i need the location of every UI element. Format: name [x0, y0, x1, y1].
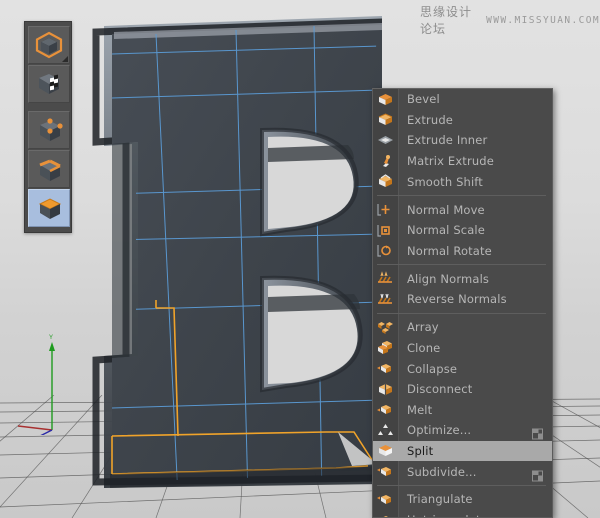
menu-separator	[377, 485, 546, 486]
menu-item-disconnect[interactable]: Disconnect	[373, 379, 552, 400]
menu-separator	[377, 313, 546, 314]
watermark-cn-text: 思缘设计论坛	[420, 3, 477, 37]
menu-item-optimize[interactable]: Optimize...	[373, 420, 552, 441]
menu-item-label: Split	[398, 444, 433, 458]
smooth-shift-icon	[373, 171, 398, 192]
menu-item-label: Array	[398, 320, 439, 334]
normal-rotate-icon	[373, 241, 398, 262]
watermark-en-text: WWW.MISSYUAN.COM	[486, 15, 600, 26]
dialog-options-icon[interactable]	[532, 425, 543, 436]
menu-item-normal-move[interactable]: Normal Move	[373, 199, 552, 220]
menu-item-subdivide[interactable]: Subdivide...	[373, 461, 552, 482]
menu-item-label: Subdivide...	[398, 465, 477, 479]
optimize-icon	[373, 420, 398, 441]
menu-item-align-normals[interactable]: Align Normals	[373, 269, 552, 290]
triangulate-icon	[373, 489, 398, 510]
menu-item-label: Smooth Shift	[398, 175, 483, 189]
cube-checker-icon	[33, 70, 65, 98]
clone-icon	[373, 338, 398, 359]
menu-item-label: Normal Move	[398, 203, 485, 217]
menu-item-reverse-normals[interactable]: Reverse Normals	[373, 289, 552, 310]
menu-item-label: Align Normals	[398, 272, 489, 286]
menu-item-label: Bevel	[398, 92, 440, 106]
flyout-corner-icon	[62, 56, 68, 62]
menu-item-label: Normal Scale	[398, 223, 485, 237]
watermark: 思缘设计论坛 WWW.MISSYUAN.COM	[420, 3, 600, 37]
menu-item-label: Untriangulate...	[398, 513, 499, 518]
extrude-inner-icon	[373, 130, 398, 151]
svg-text:Y: Y	[49, 335, 53, 341]
perspective-viewport[interactable]: Y	[0, 0, 600, 518]
menu-item-extrude[interactable]: Extrude	[373, 110, 552, 131]
menu-item-untriangulate[interactable]: Untriangulate...	[373, 510, 552, 518]
disconnect-icon	[373, 379, 398, 400]
menu-item-label: Matrix Extrude	[398, 154, 494, 168]
menu-item-label: Reverse Normals	[398, 292, 507, 306]
menu-item-normal-scale[interactable]: Normal Scale	[373, 220, 552, 241]
menu-item-label: Optimize...	[398, 423, 471, 437]
menu-item-extrude-inner[interactable]: Extrude Inner	[373, 130, 552, 151]
menu-item-label: Extrude Inner	[398, 133, 487, 147]
mode-toolbar[interactable]	[24, 21, 72, 233]
mode-button-points[interactable]	[28, 111, 70, 149]
menu-item-label: Extrude	[398, 113, 453, 127]
reverse-normals-icon	[373, 289, 398, 310]
mode-button-polygons[interactable]	[28, 189, 70, 227]
menu-item-bevel[interactable]: Bevel	[373, 89, 552, 110]
cube-edges-icon	[33, 155, 65, 183]
mode-button-texture[interactable]	[28, 65, 70, 103]
mode-button-model[interactable]	[28, 26, 70, 64]
letter-b-extruded-mesh[interactable]	[86, 8, 382, 498]
polygon-context-menu[interactable]: Bevel Extrude Extrude Inner Matrix Extrude S…	[372, 88, 553, 518]
normal-scale-icon	[373, 220, 398, 241]
menu-item-label: Clone	[398, 341, 440, 355]
align-normals-icon	[373, 269, 398, 290]
untriangulate-icon	[373, 510, 398, 518]
menu-item-melt[interactable]: Melt	[373, 399, 552, 420]
dialog-options-icon[interactable]	[532, 466, 543, 477]
menu-item-normal-rotate[interactable]: Normal Rotate	[373, 241, 552, 262]
menu-item-split[interactable]: Split	[373, 441, 552, 462]
menu-item-label: Triangulate	[398, 492, 473, 506]
menu-item-label: Normal Rotate	[398, 244, 492, 258]
melt-icon	[373, 399, 398, 420]
menu-item-label: Disconnect	[398, 382, 472, 396]
cube-polygons-icon	[33, 194, 65, 222]
menu-item-label: Collapse	[398, 362, 457, 376]
matrix-extrude-icon	[373, 151, 398, 172]
split-icon	[373, 441, 398, 462]
menu-separator	[377, 195, 546, 196]
subdivide-icon	[373, 461, 398, 482]
bevel-icon	[373, 89, 398, 110]
menu-separator	[377, 264, 546, 265]
collapse-icon	[373, 358, 398, 379]
cube-outline-icon	[34, 31, 64, 59]
menu-item-collapse[interactable]: Collapse	[373, 358, 552, 379]
dialog-options-icon[interactable]	[532, 515, 543, 518]
cube-points-icon	[33, 116, 65, 144]
normal-move-icon	[373, 199, 398, 220]
menu-item-smooth-shift[interactable]: Smooth Shift	[373, 171, 552, 192]
menu-item-triangulate[interactable]: Triangulate	[373, 489, 552, 510]
toolbar-group-components	[25, 109, 71, 230]
menu-item-label: Melt	[398, 403, 432, 417]
toolbar-group-modes	[25, 24, 71, 106]
menu-item-matrix-extrude[interactable]: Matrix Extrude	[373, 151, 552, 172]
menu-item-clone[interactable]: Clone	[373, 338, 552, 359]
menu-item-array[interactable]: Array	[373, 317, 552, 338]
extrude-icon	[373, 110, 398, 131]
array-icon	[373, 317, 398, 338]
mode-button-edges[interactable]	[28, 150, 70, 188]
